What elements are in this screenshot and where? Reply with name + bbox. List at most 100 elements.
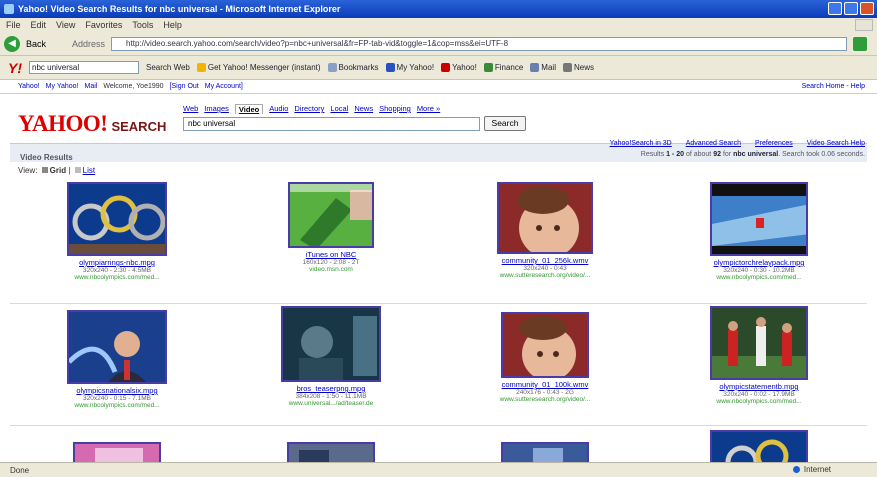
video-filename-link[interactable]: olympicstatementb.mpg — [652, 382, 866, 391]
my-yahoo-icon — [385, 63, 395, 73]
video-thumbnail[interactable] — [710, 306, 808, 380]
search-3d-link[interactable]: Yahoo!Search in 3D — [610, 140, 672, 147]
video-thumbnail[interactable] — [497, 182, 593, 254]
minimize-button[interactable] — [828, 2, 842, 15]
toolbar-search-input[interactable]: nbc universal — [29, 61, 139, 74]
search-web-button[interactable]: Search Web — [146, 63, 190, 72]
list-view-link[interactable]: List — [83, 166, 95, 175]
video-source-url: www.nbcolympics.com/med... — [74, 274, 160, 281]
messenger-button[interactable]: Get Yahoo! Messenger (instant) — [196, 63, 321, 73]
bookmarks-button[interactable]: Bookmarks — [327, 63, 379, 73]
video-thumbnail[interactable] — [67, 182, 167, 256]
close-button[interactable] — [860, 2, 874, 15]
address-input[interactable]: http://video.search.yahoo.com/search/vid… — [111, 36, 848, 51]
video-source-url: www.sutteresearch.org/video/... — [499, 272, 591, 279]
video-thumbnail[interactable] — [710, 430, 808, 464]
yahoo-links-bar: Yahoo! My Yahoo! Mail Welcome, Yoe1990 [… — [0, 80, 877, 94]
video-meta: 240x176 - 0:43 - 2G — [516, 389, 574, 396]
video-thumbnail[interactable] — [67, 310, 167, 384]
video-source-url: www.nbcolympics.com/med... — [74, 402, 160, 409]
video-meta: 160x120 - 2:08 - 2T — [302, 259, 360, 266]
results-row — [10, 426, 867, 466]
video-thumbnail[interactable] — [288, 182, 374, 248]
menu-view[interactable]: View — [56, 20, 75, 30]
video-thumbnail[interactable] — [501, 312, 589, 378]
menu-tools[interactable]: Tools — [132, 20, 153, 30]
video-result: iTunes on NBC 160x120 - 2:08 - 2T video.… — [224, 182, 438, 273]
video-meta: 320x240 - 0:15 - 7.1MB — [83, 395, 151, 402]
video-filename-link[interactable]: community_01_256k.wmv — [438, 256, 652, 265]
tab-web[interactable]: Web — [183, 104, 198, 114]
tab-video[interactable]: Video — [234, 104, 264, 114]
video-filename-link[interactable]: community_01_100k.wmv — [438, 380, 652, 389]
my-yahoo-button[interactable]: My Yahoo! — [385, 63, 434, 73]
video-filename-link[interactable]: bros_teaserpng.mpg — [224, 384, 438, 393]
status-bar: Done Internet — [0, 462, 877, 477]
video-filename-link[interactable]: olympiarrings-nbc.mpg — [10, 258, 224, 267]
tab-local[interactable]: Local — [330, 104, 348, 114]
tab-audio[interactable]: Audio — [269, 104, 288, 114]
video-result: olympictorchrelaypack.mpg 320x240 - 0:30… — [652, 182, 866, 281]
menu-favorites[interactable]: Favorites — [85, 20, 122, 30]
tab-more[interactable]: More » — [417, 104, 440, 114]
sign-out-link[interactable]: [Sign Out — [170, 83, 199, 90]
yahoo-icon — [441, 63, 451, 73]
search-logo-text: SEARCH — [111, 119, 167, 134]
news-button[interactable]: News — [562, 63, 594, 73]
maximize-button[interactable] — [844, 2, 858, 15]
video-thumbnail[interactable] — [710, 182, 808, 256]
window-title: Yahoo! Video Search Results for nbc univ… — [18, 4, 341, 14]
advanced-search-link[interactable]: Advanced Search — [686, 140, 741, 147]
status-text: Done — [10, 465, 30, 475]
yahoo-toolbar: Y! nbc universal Search Web Get Yahoo! M… — [0, 56, 877, 80]
address-label: Address — [72, 38, 106, 49]
tab-images[interactable]: Images — [204, 104, 229, 114]
menu-file[interactable]: File — [6, 20, 21, 30]
back-icon[interactable]: ◀ — [4, 35, 20, 52]
menu-bar: File Edit View Favorites Tools Help — [0, 18, 877, 32]
yahoo-button[interactable]: Yahoo! — [441, 63, 477, 73]
yahoo-search-logo[interactable]: YAHOO! SEARCH — [18, 111, 166, 137]
search-button[interactable]: Search — [484, 116, 526, 131]
grid-view-icon — [41, 167, 48, 173]
back-button[interactable]: Back — [26, 39, 46, 49]
video-search-help-link[interactable]: Video Search Help — [807, 140, 865, 147]
my-account-link[interactable]: My Account] — [205, 83, 243, 90]
results-row: olympicsnationalsix.mpg 320x240 - 0:15 -… — [10, 304, 867, 426]
video-result: community_01_256k.wmv 320x240 - 0:43 www… — [438, 182, 652, 279]
video-result: olympiarrings-nbc.mpg 320x240 - 2:30 - 4… — [10, 182, 224, 281]
video-meta: 320x240 - 0:30 - 10.2MB — [723, 267, 795, 274]
video-meta: 320x240 - 0:02 - 17.9MB — [723, 391, 795, 398]
video-thumbnail[interactable] — [281, 306, 381, 382]
menu-edit[interactable]: Edit — [31, 20, 47, 30]
finance-button[interactable]: Finance — [483, 63, 523, 73]
preferences-link[interactable]: Preferences — [755, 140, 793, 147]
finance-icon — [483, 63, 493, 73]
window-title-bar: Yahoo! Video Search Results for nbc univ… — [0, 0, 877, 18]
go-icon[interactable] — [853, 36, 868, 51]
results-count: Results 1 - 20 of about 92 for nbc unive… — [640, 151, 865, 158]
list-view-icon — [74, 167, 81, 173]
yahoo-toolbar-logo-icon[interactable]: Y! — [8, 60, 22, 76]
tab-directory[interactable]: Directory — [294, 104, 324, 114]
search-tabs: Web Images Video Audio Directory Local N… — [183, 104, 440, 114]
ie-icon — [4, 4, 14, 14]
video-filename-link[interactable]: iTunes on NBC — [224, 250, 438, 259]
tab-shopping[interactable]: Shopping — [379, 104, 411, 114]
grid-view-option[interactable]: Grid — [50, 166, 66, 175]
mail-link[interactable]: Mail — [85, 83, 98, 90]
video-source-url: www.sutteresearch.org/video/... — [499, 396, 591, 403]
navigation-bar: ◀ Back Address http://video.search.yahoo… — [0, 32, 877, 56]
mail-button[interactable]: Mail — [530, 63, 556, 73]
video-results-grid: olympiarrings-nbc.mpg 320x240 - 2:30 - 4… — [10, 182, 867, 466]
results-top-links: Yahoo!Search in 3D Advanced Search Prefe… — [610, 140, 865, 147]
video-filename-link[interactable]: olympicsnationalsix.mpg — [10, 386, 224, 395]
video-filename-link[interactable]: olympictorchrelaypack.mpg — [652, 258, 866, 267]
my-yahoo-link[interactable]: My Yahoo! — [46, 83, 79, 90]
search-input[interactable]: nbc universal — [183, 117, 480, 131]
tab-news[interactable]: News — [354, 104, 373, 114]
menu-help[interactable]: Help — [163, 20, 182, 30]
yahoo-home-link[interactable]: Yahoo! — [18, 83, 40, 90]
search-home-help-link[interactable]: Search Home - Help — [802, 83, 865, 90]
view-toggle: View: Grid | List — [18, 166, 96, 175]
